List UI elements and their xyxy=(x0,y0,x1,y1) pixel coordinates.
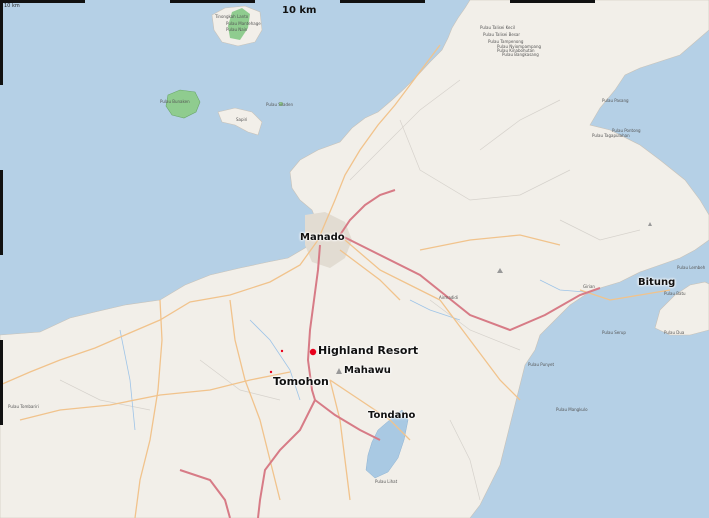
island-label: Pulau Lihat xyxy=(375,479,398,484)
place-label-manado[interactable]: Manado xyxy=(300,233,345,243)
highland-resort-marker[interactable] xyxy=(309,348,317,356)
island-label: Pulau Batu xyxy=(664,291,686,296)
place-label-bitung[interactable]: Bitung xyxy=(638,278,675,288)
scale-bar-segment xyxy=(0,340,3,425)
island-label: Pulau Lembeh xyxy=(677,265,706,270)
island-label: Pulau Nain xyxy=(226,27,248,32)
island-label: Pulau Serup xyxy=(602,330,626,335)
scale-bar-segment xyxy=(510,0,595,3)
island-label: Pulau Talisei Kecil xyxy=(480,25,515,30)
place-label-tomohon[interactable]: Tomohon xyxy=(273,376,329,387)
island-label: Sapiri xyxy=(236,117,248,122)
island-label: Pulau Talisei Besar xyxy=(483,32,521,37)
place-label-tondano[interactable]: Tondano xyxy=(368,411,415,421)
map-canvas[interactable] xyxy=(0,0,709,518)
poi-marker xyxy=(269,370,273,374)
island-label: Pulau Mantehage xyxy=(226,21,261,26)
scale-bar-segment xyxy=(170,0,255,3)
place-label-girian: Girian xyxy=(583,284,595,289)
island-label: Pulau Dua xyxy=(664,330,685,335)
place-label-highland-resort[interactable]: Highland Resort xyxy=(318,345,418,356)
island-label: Pulau Tombariri xyxy=(8,404,39,409)
island-label: Pulau Bunaken xyxy=(160,99,190,104)
corner-scale-label: 10 km xyxy=(4,3,20,9)
scale-bar-segment xyxy=(0,170,3,255)
scale-label: 10 km xyxy=(282,5,317,16)
island-label: Pulau Tagapulahan xyxy=(592,133,630,138)
poi-marker xyxy=(280,349,284,353)
island-label: Pulau Pasang xyxy=(602,98,629,103)
island-label: Tinongkah Lanto xyxy=(215,14,249,19)
island-label: Pulau Punyet xyxy=(528,362,555,367)
scale-bar-segment xyxy=(340,0,425,3)
place-label-mahawu[interactable]: Mahawu xyxy=(344,366,391,376)
island-label: Pulau Mangkulo xyxy=(556,407,588,412)
scale-bar-segment xyxy=(0,0,3,85)
island-label: Pulau Bangkasang xyxy=(502,52,539,57)
island-label: Pulau Siladen xyxy=(266,102,293,107)
place-label-airmadidi: Airmadidi xyxy=(439,295,459,300)
